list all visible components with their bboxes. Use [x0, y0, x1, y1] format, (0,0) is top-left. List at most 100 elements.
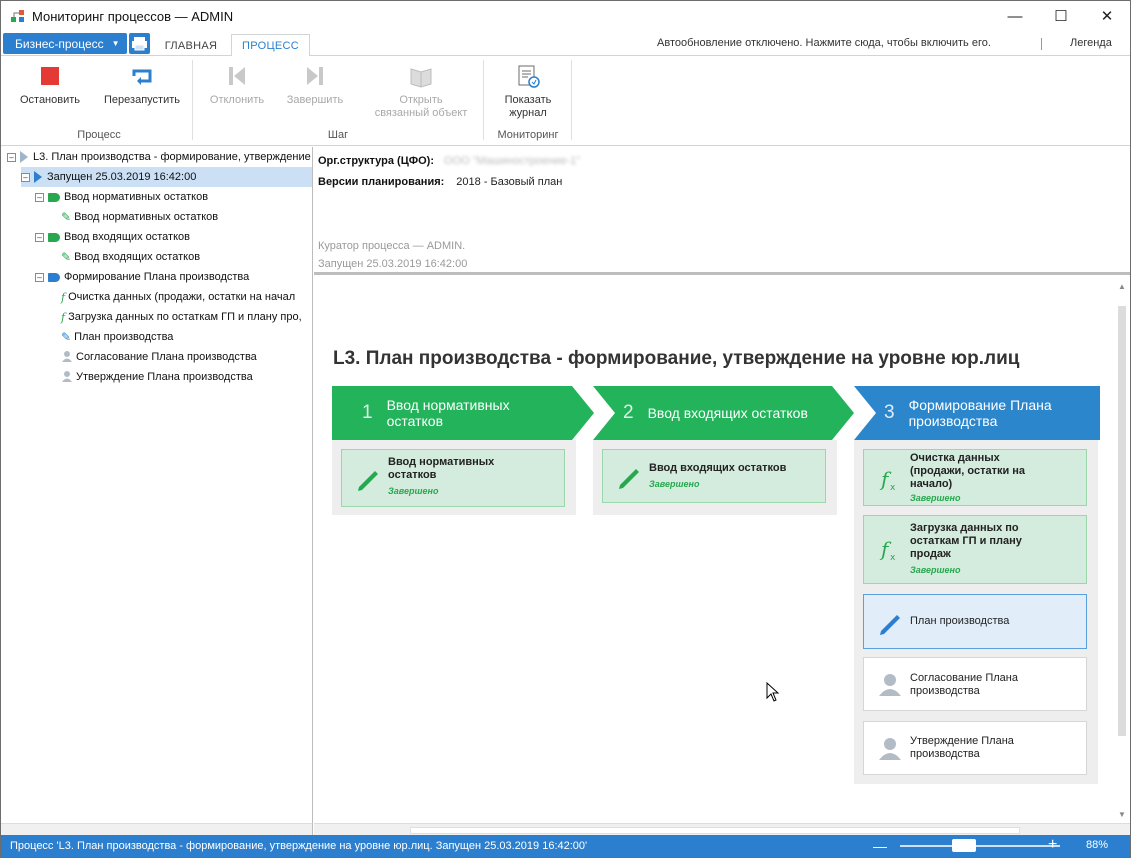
- tree-node-stage[interactable]: – Ввод входящих остатков: [35, 227, 190, 247]
- scroll-down-icon[interactable]: ▼: [1118, 810, 1126, 819]
- function-icon: fx: [864, 516, 910, 583]
- scroll-up-icon[interactable]: ▲: [1118, 282, 1126, 291]
- maximize-button[interactable]: ☐: [1038, 1, 1084, 31]
- step-forward-icon: [303, 64, 327, 88]
- stage-number: 1: [362, 402, 373, 423]
- task-card[interactable]: Ввод входящих остатков Завершено: [602, 449, 826, 503]
- business-process-label: Бизнес-процесс: [15, 36, 104, 51]
- pencil-icon: [864, 595, 910, 648]
- tab-process[interactable]: ПРОЦЕСС: [231, 34, 310, 57]
- tree-node-task[interactable]: f Загрузка данных по остаткам ГП и плану …: [61, 307, 302, 327]
- autoupdate-link[interactable]: Автообновление отключено. Нажмите сюда, …: [657, 37, 991, 49]
- task-card-title: План производства: [910, 615, 1010, 627]
- chevron-down-icon: ▼: [111, 39, 120, 48]
- stop-icon: [38, 64, 62, 88]
- group-step-label: Шаг: [327, 129, 349, 141]
- diagram-vertical-scrollbar[interactable]: ▲ ▼: [1114, 278, 1130, 823]
- task-card-title: Загрузка данных по остаткам ГП и плану п…: [910, 522, 1022, 560]
- step-back-icon: [225, 64, 249, 88]
- zoom-in-button[interactable]: +: [1048, 836, 1057, 854]
- tree-node-label: Ввод нормативных остатков: [64, 191, 209, 203]
- ribbon-tabs: Бизнес-процесс ▼ ГЛАВНАЯ ПРОЦЕСС Автообно…: [1, 31, 1130, 57]
- tree-node-label: Очистка данных (продажи, остатки на нача…: [68, 291, 296, 303]
- restart-icon: [130, 64, 154, 88]
- tree-node-stage[interactable]: – Формирование Плана производства: [35, 267, 249, 287]
- tree-node-task[interactable]: f Очистка данных (продажи, остатки на нач…: [61, 287, 295, 307]
- svg-text:x: x: [890, 553, 896, 563]
- window-title: Мониторинг процессов — ADMIN: [32, 8, 234, 24]
- stage-tag-icon: [48, 272, 60, 282]
- show-log-button[interactable]: Показать журнал: [493, 64, 563, 120]
- divider: [1041, 38, 1042, 50]
- task-card-status: Завершено: [649, 479, 700, 489]
- process-icon: [20, 151, 28, 163]
- zoom-percent: 88%: [1086, 839, 1109, 851]
- tree-node-label: План производства: [74, 331, 174, 343]
- collapse-icon[interactable]: –: [35, 272, 44, 282]
- tree-root-node[interactable]: – L3. План производства - формирование, у…: [7, 147, 320, 167]
- stop-button[interactable]: Остановить: [18, 64, 82, 107]
- scrollbar-thumb[interactable]: [1118, 306, 1126, 736]
- group-monitoring-label: Мониторинг: [497, 129, 559, 141]
- tree-root-label: L3. План производства - формирование, ут…: [33, 151, 320, 163]
- task-card-title: Ввод нормативных остатков: [388, 456, 495, 481]
- tree-launch-label: Запущен 25.03.2019 16:42:00: [47, 171, 197, 183]
- legend-link[interactable]: Легенда: [1070, 37, 1112, 49]
- stage-2[interactable]: 2 Ввод входящих остатков: [593, 386, 833, 440]
- task-card-status: Завершено: [910, 565, 961, 575]
- org-structure-value: ООО "Машиностроение-1": [444, 155, 581, 167]
- task-card[interactable]: fx Очистка данных (продажи, остатки на н…: [863, 449, 1087, 506]
- tree-node-task[interactable]: Утверждение Плана производства: [61, 367, 253, 387]
- reject-button[interactable]: Отклонить: [205, 64, 269, 107]
- tree-node-task[interactable]: Согласование Плана производства: [61, 347, 257, 367]
- pencil-icon: ✎: [61, 250, 72, 264]
- task-card-active[interactable]: План производства: [863, 594, 1087, 649]
- process-title: L3. План производства - формирование, ут…: [333, 348, 1020, 369]
- print-icon[interactable]: [129, 33, 150, 54]
- close-button[interactable]: ✕: [1084, 1, 1130, 31]
- tree-node-task[interactable]: ✎ План производства: [61, 327, 173, 347]
- zoom-out-button[interactable]: —: [873, 838, 887, 854]
- task-card-title: Ввод входящих остатков: [649, 462, 787, 474]
- pencil-icon: [603, 450, 649, 502]
- task-card[interactable]: Ввод нормативных остатков Завершено: [341, 449, 565, 507]
- finish-label: Завершить: [286, 94, 344, 106]
- task-card-status: Завершено: [910, 493, 961, 503]
- open-linked-object-button[interactable]: Открыть связанный объект: [365, 64, 477, 120]
- stage-1[interactable]: 1 Ввод нормативных остатков: [332, 386, 572, 440]
- collapse-icon[interactable]: –: [35, 192, 44, 202]
- open-linked-object-label: Открыть связанный объект: [374, 94, 468, 119]
- group-process-label: Процесс: [77, 129, 121, 141]
- function-icon: f: [61, 290, 66, 304]
- zoom-slider-thumb[interactable]: [951, 839, 976, 852]
- book-icon: [409, 64, 433, 88]
- planning-version-row: Версии планирования: 2018 - Базовый план: [318, 176, 562, 188]
- divider: [571, 60, 572, 140]
- collapse-icon[interactable]: –: [21, 172, 30, 182]
- minimize-button[interactable]: —: [992, 1, 1038, 31]
- tree-node-task[interactable]: ✎ Ввод нормативных остатков: [61, 207, 218, 227]
- stage-label: Ввод входящих остатков: [647, 405, 808, 421]
- divider: [192, 60, 193, 140]
- stage-number: 2: [623, 402, 634, 423]
- tree-node-launch[interactable]: – Запущен 25.03.2019 16:42:00: [21, 167, 312, 187]
- curator-text: Куратор процесса — ADMIN.: [318, 240, 466, 252]
- task-card-pending[interactable]: Утверждение Плана производства: [863, 721, 1087, 775]
- journal-icon: [516, 64, 540, 88]
- process-tree: – L3. План производства - формирование, у…: [1, 147, 320, 837]
- tree-node-task[interactable]: ✎ Ввод входящих остатков: [61, 247, 200, 267]
- collapse-icon[interactable]: –: [7, 152, 16, 162]
- tree-node-stage[interactable]: – Ввод нормативных остатков: [35, 187, 208, 207]
- task-card[interactable]: fx Загрузка данных по остаткам ГП и план…: [863, 515, 1087, 584]
- stage-3[interactable]: 3 Формирование Плана производства: [854, 386, 1100, 440]
- status-text: Процесс 'L3. План производства - формиро…: [10, 840, 588, 852]
- collapse-icon[interactable]: –: [35, 232, 44, 242]
- business-process-menu-button[interactable]: Бизнес-процесс ▼: [3, 33, 127, 54]
- tab-main[interactable]: ГЛАВНАЯ: [154, 34, 228, 57]
- scrollbar-thumb[interactable]: [410, 827, 1020, 834]
- restart-button[interactable]: Перезапустить: [100, 64, 184, 107]
- finish-button[interactable]: Завершить: [283, 64, 347, 107]
- task-card-title: Утверждение Плана производства: [910, 735, 1014, 760]
- task-card-pending[interactable]: Согласование Плана производства: [863, 657, 1087, 711]
- zoom-slider-track[interactable]: [900, 845, 1060, 847]
